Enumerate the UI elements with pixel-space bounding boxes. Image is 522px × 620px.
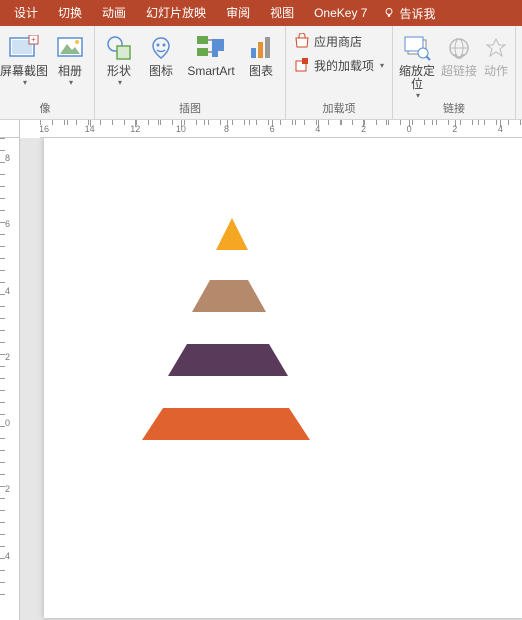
chevron-down-icon: ▾ — [23, 78, 27, 87]
tab-design[interactable]: 设计 — [4, 0, 48, 26]
action-button[interactable]: 动作 — [481, 30, 511, 78]
hyperlink-icon — [443, 32, 475, 64]
group-links: 缩放定 位 ▾ 超链接 动作 链接 — [393, 26, 516, 119]
pyramid-level-3[interactable] — [168, 344, 288, 376]
smartart-button[interactable]: SmartArt — [183, 30, 239, 78]
chart-button[interactable]: 图表 — [241, 30, 281, 78]
tab-view[interactable]: 视图 — [260, 0, 304, 26]
tab-review[interactable]: 审阅 — [216, 0, 260, 26]
pyramid-level-2[interactable] — [192, 280, 266, 312]
tab-onekey7[interactable]: OneKey 7 — [304, 0, 377, 26]
addins-icon — [294, 57, 310, 73]
workspace: 8642024 — [0, 138, 522, 620]
group-images-partial: + 屏幕截图 ▾ 相册 ▾ 像 — [0, 26, 95, 119]
store-icon — [294, 33, 310, 49]
photo-album-icon — [54, 32, 86, 64]
shapes-icon — [103, 32, 135, 64]
screenshot-icon: + — [8, 32, 40, 64]
chevron-down-icon: ▾ — [69, 78, 73, 87]
pyramid-level-1[interactable] — [216, 218, 248, 250]
group-label-links: 链接 — [397, 101, 511, 119]
group-addins: 应用商店 我的加载项 ▾ 加载项 — [286, 26, 393, 119]
action-icon — [480, 32, 512, 64]
group-illustrations: 形状 ▾ 图标 SmartArt 图表 插图 — [95, 26, 286, 119]
photo-album-button[interactable]: 相册 ▾ — [50, 30, 90, 87]
icons-button[interactable]: 图标 — [141, 30, 181, 78]
tell-me-label: 告诉我 — [399, 5, 435, 22]
zoom-icon — [401, 32, 433, 64]
store-button[interactable]: 应用商店 — [290, 30, 388, 52]
ribbon-tabs: 设计 切换 动画 幻灯片放映 审阅 视图 OneKey 7 告诉我 — [0, 0, 522, 26]
my-addins-button[interactable]: 我的加载项 ▾ — [290, 54, 388, 76]
chevron-down-icon: ▾ — [380, 61, 384, 70]
group-label-images: 像 — [0, 101, 90, 119]
pyramid-level-4[interactable] — [142, 408, 310, 440]
zoom-button[interactable]: 缩放定 位 ▾ — [397, 30, 437, 100]
slide[interactable] — [44, 138, 522, 618]
tab-slideshow[interactable]: 幻灯片放映 — [136, 0, 216, 26]
group-label-illustrations: 插图 — [99, 101, 281, 119]
hyperlink-button[interactable]: 超链接 — [439, 30, 479, 78]
icons-icon — [145, 32, 177, 64]
tab-animations[interactable]: 动画 — [92, 0, 136, 26]
screenshot-button[interactable]: + 屏幕截图 ▾ — [0, 30, 48, 87]
tell-me-search[interactable]: 告诉我 — [377, 5, 441, 22]
lightbulb-icon — [383, 7, 395, 19]
slide-canvas-area[interactable] — [20, 138, 522, 620]
smartart-icon — [195, 32, 227, 64]
chevron-down-icon: ▾ — [416, 91, 420, 100]
chevron-down-icon: ▾ — [118, 78, 122, 87]
svg-text:+: + — [31, 35, 36, 44]
group-label-addins: 加载项 — [290, 101, 388, 119]
ruler-corner — [0, 120, 20, 138]
horizontal-ruler: 161412108642024 — [40, 120, 522, 138]
tab-transitions[interactable]: 切换 — [48, 0, 92, 26]
vertical-ruler: 8642024 — [0, 138, 20, 620]
shapes-button[interactable]: 形状 ▾ — [99, 30, 139, 87]
ribbon: + 屏幕截图 ▾ 相册 ▾ 像 形状 ▾ — [0, 26, 522, 120]
chart-icon — [245, 32, 277, 64]
